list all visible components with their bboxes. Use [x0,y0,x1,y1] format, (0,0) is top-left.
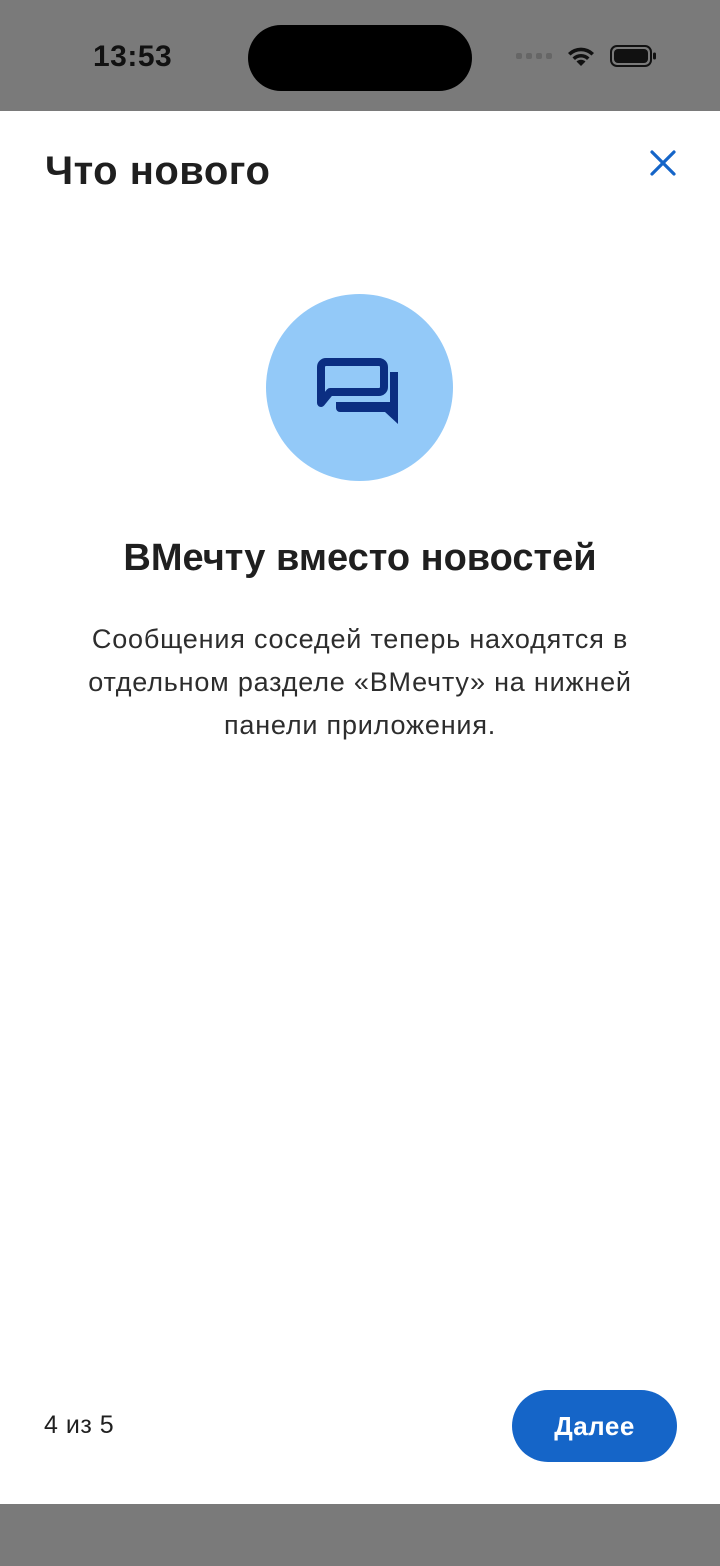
status-indicators [516,44,658,68]
close-button[interactable] [646,146,680,180]
page-indicator: 4 из 5 [44,1411,115,1439]
feature-icon-circle [266,294,453,481]
feature-description: Сообщения соседей теперь находятся в отд… [88,624,632,740]
close-icon [650,150,676,176]
status-bar: 13:53 [0,0,720,111]
sheet-title: Что нового [45,149,271,193]
feature-title: ВМечту вместо новостей [123,537,597,579]
cellular-signal-icon [516,53,552,59]
next-button[interactable]: Далее [512,1390,677,1462]
battery-icon [610,45,656,67]
chat-bubbles-icon [317,358,398,424]
bottom-backdrop [0,1504,720,1566]
wifi-icon [568,47,594,66]
status-time: 13:53 [93,40,173,73]
dynamic-island [248,25,472,91]
